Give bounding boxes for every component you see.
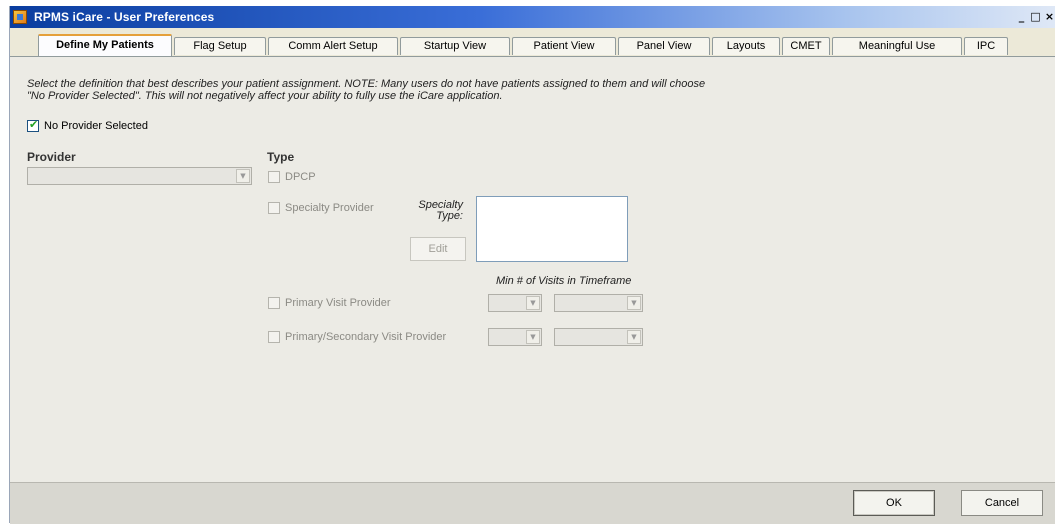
user-preferences-window: RPMS iCare - User Preferences _ □ × Defi… bbox=[9, 6, 1055, 524]
chevron-down-icon[interactable]: ▼ bbox=[236, 169, 250, 183]
min-visits-label: Min # of Visits in Timeframe bbox=[496, 275, 632, 287]
primary-secondary-timeframe-dropdown[interactable]: ▼ bbox=[554, 328, 643, 346]
footer-bar: OK Cancel bbox=[10, 482, 1055, 524]
instruction-line-1: Select the definition that best describe… bbox=[27, 78, 706, 90]
chevron-down-icon[interactable]: ▼ bbox=[526, 330, 540, 344]
type-header: Type bbox=[267, 150, 295, 164]
specialty-provider-checkbox[interactable] bbox=[268, 202, 280, 214]
tab-comm-alert-setup[interactable]: Comm Alert Setup bbox=[268, 37, 398, 55]
primary-visit-label: Primary Visit Provider bbox=[285, 297, 391, 309]
tab-layouts[interactable]: Layouts bbox=[712, 37, 780, 55]
primary-secondary-visit-checkbox[interactable] bbox=[268, 331, 280, 343]
tab-startup-view[interactable]: Startup View bbox=[400, 37, 510, 55]
tab-ipc[interactable]: IPC bbox=[964, 37, 1008, 55]
cancel-button[interactable]: Cancel bbox=[961, 490, 1043, 516]
primary-visit-timeframe-dropdown[interactable]: ▼ bbox=[554, 294, 643, 312]
tab-strip: Define My Patients Flag Setup Comm Alert… bbox=[10, 34, 1055, 56]
provider-header: Provider bbox=[27, 150, 76, 164]
chevron-down-icon[interactable]: ▼ bbox=[627, 330, 641, 344]
chevron-down-icon[interactable]: ▼ bbox=[526, 296, 540, 310]
close-icon[interactable]: × bbox=[1043, 9, 1055, 24]
specialty-type-list[interactable] bbox=[476, 196, 628, 262]
tab-flag-setup[interactable]: Flag Setup bbox=[174, 37, 266, 55]
dpcp-checkbox[interactable] bbox=[268, 171, 280, 183]
ok-button[interactable]: OK bbox=[853, 490, 935, 516]
no-provider-checkbox[interactable] bbox=[27, 118, 39, 132]
provider-dropdown[interactable]: ▼ bbox=[27, 167, 252, 185]
primary-visit-checkbox[interactable] bbox=[268, 297, 280, 309]
specialty-type-label: Specialty Type: bbox=[418, 199, 463, 222]
edit-button[interactable]: Edit bbox=[410, 237, 466, 261]
tab-panel-view[interactable]: Panel View bbox=[618, 37, 710, 55]
app-icon bbox=[13, 10, 27, 24]
define-my-patients-panel: Select the definition that best describe… bbox=[10, 56, 1055, 483]
primary-secondary-visit-label: Primary/Secondary Visit Provider bbox=[285, 331, 447, 343]
chevron-down-icon[interactable]: ▼ bbox=[627, 296, 641, 310]
tab-cmet[interactable]: CMET bbox=[782, 37, 830, 55]
tab-patient-view[interactable]: Patient View bbox=[512, 37, 616, 55]
primary-visit-count-dropdown[interactable]: ▼ bbox=[488, 294, 542, 312]
no-provider-label: No Provider Selected bbox=[44, 120, 148, 132]
title-bar[interactable]: RPMS iCare - User Preferences _ □ × bbox=[10, 6, 1055, 28]
window-title: RPMS iCare - User Preferences bbox=[34, 10, 215, 24]
tab-define-my-patients[interactable]: Define My Patients bbox=[38, 34, 172, 56]
specialty-provider-label: Specialty Provider bbox=[285, 202, 374, 214]
primary-secondary-count-dropdown[interactable]: ▼ bbox=[488, 328, 542, 346]
tab-meaningful-use[interactable]: Meaningful Use bbox=[832, 37, 962, 55]
window-controls: _ □ × bbox=[1014, 9, 1055, 25]
minimize-icon[interactable]: _ bbox=[1015, 9, 1028, 24]
dpcp-label: DPCP bbox=[285, 171, 316, 183]
instruction-line-2: "No Provider Selected". This will not ne… bbox=[27, 90, 503, 102]
maximize-icon[interactable]: □ bbox=[1029, 9, 1042, 24]
instruction-note: Select the definition that best describe… bbox=[27, 78, 705, 102]
